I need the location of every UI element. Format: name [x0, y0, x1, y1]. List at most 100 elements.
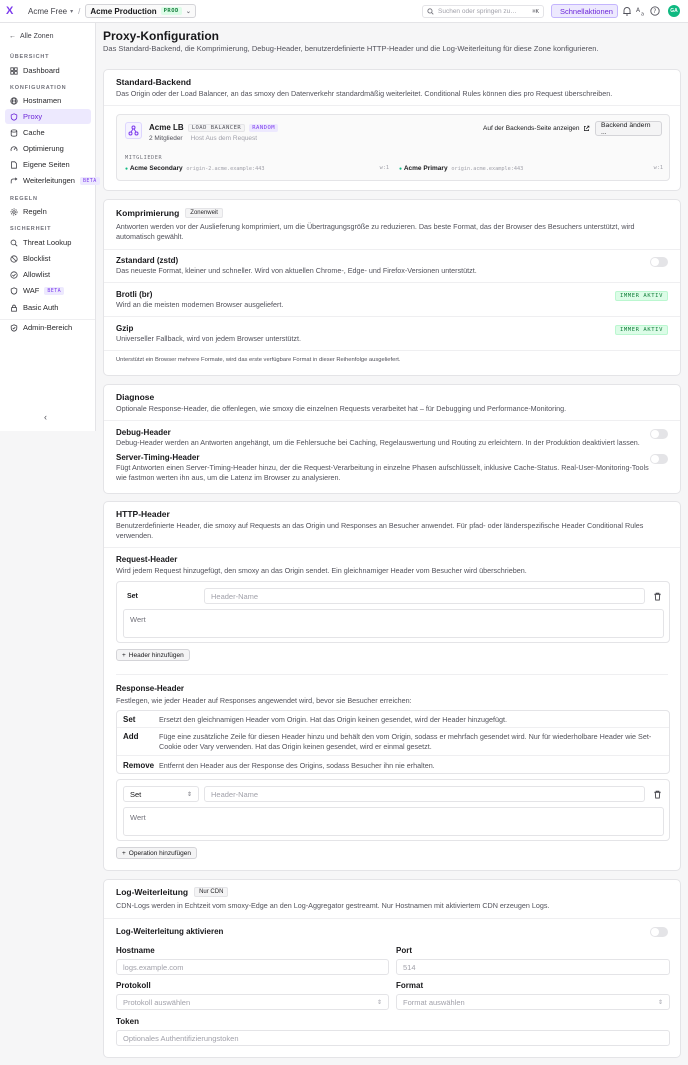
table-row: Add Füge eine zusätzliche Zeile für diese… [117, 728, 669, 756]
sidebar-item-optimization[interactable]: Optimierung [5, 141, 91, 156]
beta-badge: BETA [44, 286, 65, 295]
sidebar-item-waf[interactable]: WAF BETA [5, 283, 91, 298]
backend-name: Acme LB [149, 123, 184, 132]
chevron-updown-icon: ⇕ [657, 999, 663, 1006]
always-active-badge: IMMER AKTIV [614, 291, 668, 301]
request-header-title: Request-Header [116, 555, 178, 564]
user-avatar[interactable]: GA [668, 5, 680, 17]
language-icon[interactable]: Aa [636, 6, 646, 16]
diagnose-card: Diagnose Optionale Response-Header, die … [103, 384, 681, 494]
sidebar-item-cache[interactable]: Cache [5, 125, 91, 140]
org-switcher[interactable]: Acme Free ▾ [28, 7, 73, 16]
chevron-updown-icon: ⇕ [376, 999, 382, 1006]
debug-header-toggle[interactable] [650, 429, 668, 439]
request-header-desc: Wird jedem Request hinzugefügt, den smox… [116, 566, 527, 575]
token-label: Token [116, 1017, 139, 1026]
response-header-name-input[interactable]: Header-Name [204, 786, 645, 802]
operation-table: Set Ersetzt den gleichnamigen Header vom … [116, 710, 670, 774]
zstd-desc: Das neueste Format, kleiner und schnelle… [116, 266, 477, 275]
trash-icon[interactable] [653, 790, 662, 799]
request-op-label: Set [127, 593, 138, 600]
search-icon [427, 8, 434, 15]
plus-icon: + [122, 651, 126, 659]
compression-card: Komprimierung Zonenweit Antworten werden … [103, 199, 681, 376]
beta-badge: BETA [79, 176, 100, 185]
sidebar-item-hostnames[interactable]: Hostnamen [5, 93, 91, 108]
load-balancer-icon [125, 122, 142, 139]
lb-badge: LOAD BALANCER [187, 123, 246, 132]
settings-icon [10, 208, 18, 215]
request-header-value-input[interactable]: Wert [123, 609, 664, 638]
log-forwarding-card: Log-Weiterleitung Nur CDN CDN-Logs werden… [103, 879, 681, 1058]
sidebar-item-admin[interactable]: Admin-Bereich [5, 320, 91, 335]
sidebar-item-custom-pages[interactable]: Eigene Seiten [5, 157, 91, 172]
section-configuration: KONFIGURATION [10, 85, 67, 91]
collapse-sidebar-button[interactable]: ‹ [44, 412, 52, 422]
chevron-updown-icon: ⇕ [186, 791, 192, 798]
arrow-left-icon: ← [9, 33, 16, 40]
shortcut-hint: ⌘K [532, 8, 539, 15]
server-timing-desc: Fügt Antworten einen Server-Timing-Heade… [116, 463, 649, 482]
trash-icon[interactable] [653, 592, 662, 601]
port-input[interactable]: 514 [396, 959, 670, 975]
sidebar-item-threat-lookup[interactable]: Threat Lookup [5, 235, 91, 250]
check-circle-icon [10, 270, 18, 279]
debug-header-label: Debug-Header [116, 428, 171, 437]
response-header-value-input[interactable]: Wert [123, 807, 664, 836]
protocol-select[interactable]: Protokoll auswählen ⇕ [116, 994, 389, 1010]
add-header-button[interactable]: + Header hinzufügen [116, 649, 190, 661]
hostname-input[interactable]: logs.example.com [116, 959, 389, 975]
sidebar-item-allowlist[interactable]: Allowlist [5, 267, 91, 282]
response-op-select[interactable]: Set ⇕ [123, 786, 199, 802]
mode-badge: RANDOM [249, 123, 279, 132]
request-header-name-input[interactable]: Header-Name [204, 588, 645, 604]
sidebar-item-proxy[interactable]: Proxy [5, 109, 91, 124]
compression-note: Unterstützt ein Browser mehrere Formate,… [116, 357, 401, 363]
host-value: Aus dem Request [205, 135, 258, 142]
change-backend-button[interactable]: Backend ändern ... [595, 121, 662, 136]
globe-icon [10, 96, 18, 105]
add-operation-button[interactable]: + Operation hinzufügen [116, 847, 197, 859]
smoxy-logo[interactable]: X [6, 5, 18, 17]
table-row: Remove Entfernt den Header aus der Respon… [123, 761, 435, 770]
page-subtitle: Das Standard-Backend, die Komprimierung,… [103, 44, 599, 53]
gzip-label: Gzip [116, 324, 134, 333]
token-input[interactable]: Optionales Authentifizierungstoken [116, 1030, 670, 1046]
member-count: 2 Mitglieder [149, 135, 183, 142]
backend-desc: Das Origin oder der Load Balancer, an da… [116, 89, 613, 98]
env-badge: PROD [160, 7, 182, 15]
sidebar-item-redirects[interactable]: Weiterleitungen BETA [5, 173, 100, 188]
enable-log-toggle[interactable] [650, 927, 668, 937]
shield-check-icon [10, 323, 18, 332]
response-header-desc: Festlegen, wie jeder Header auf Response… [116, 696, 412, 705]
http-header-title: HTTP-Header [116, 509, 170, 519]
sidebar-item-basic-auth[interactable]: Basic Auth [5, 300, 91, 315]
member-item: ● Acme Secondary origin-2.acme.example:4… [125, 165, 389, 172]
log-desc: CDN-Logs werden in Echtzeit vom smoxy-Ed… [116, 901, 550, 910]
section-rules: REGELN [10, 196, 38, 202]
search-input[interactable]: Suchen oder springen zu… ⌘K [422, 5, 544, 18]
help-icon[interactable]: ? [650, 6, 660, 16]
table-row: Set Ersetzt den gleichnamigen Header vom … [117, 711, 669, 728]
scope-badge: Zonenweit [185, 208, 223, 218]
svg-text:?: ? [653, 8, 656, 15]
cdn-only-badge: Nur CDN [194, 887, 229, 897]
breadcrumb-separator: / [78, 6, 81, 16]
server-timing-toggle[interactable] [650, 454, 668, 464]
quick-actions-button[interactable]: Schnellaktionen [551, 4, 618, 18]
back-to-zones-link[interactable]: ← Alle Zonen [9, 33, 53, 40]
sidebar-item-rules[interactable]: Regeln [5, 204, 91, 219]
format-select[interactable]: Format auswählen ⇕ [396, 994, 670, 1010]
response-header-title: Response-Header [116, 684, 185, 693]
view-backends-link[interactable]: Auf der Backends-Seite anzeigen [483, 125, 590, 132]
sidebar-item-dashboard[interactable]: Dashboard [5, 63, 91, 78]
shield-icon [10, 112, 18, 121]
section-security: SICHERHEIT [10, 226, 52, 232]
zstd-toggle[interactable] [650, 257, 668, 267]
redirect-icon [10, 176, 18, 183]
http-header-desc: Benutzerdefinierte Header, die smoxy auf… [116, 521, 644, 540]
sidebar-item-blocklist[interactable]: Blocklist [5, 251, 91, 266]
block-icon [10, 254, 18, 263]
bell-icon[interactable] [622, 6, 632, 16]
environment-switcher[interactable]: Acme Production PROD ⌄ [85, 4, 196, 18]
